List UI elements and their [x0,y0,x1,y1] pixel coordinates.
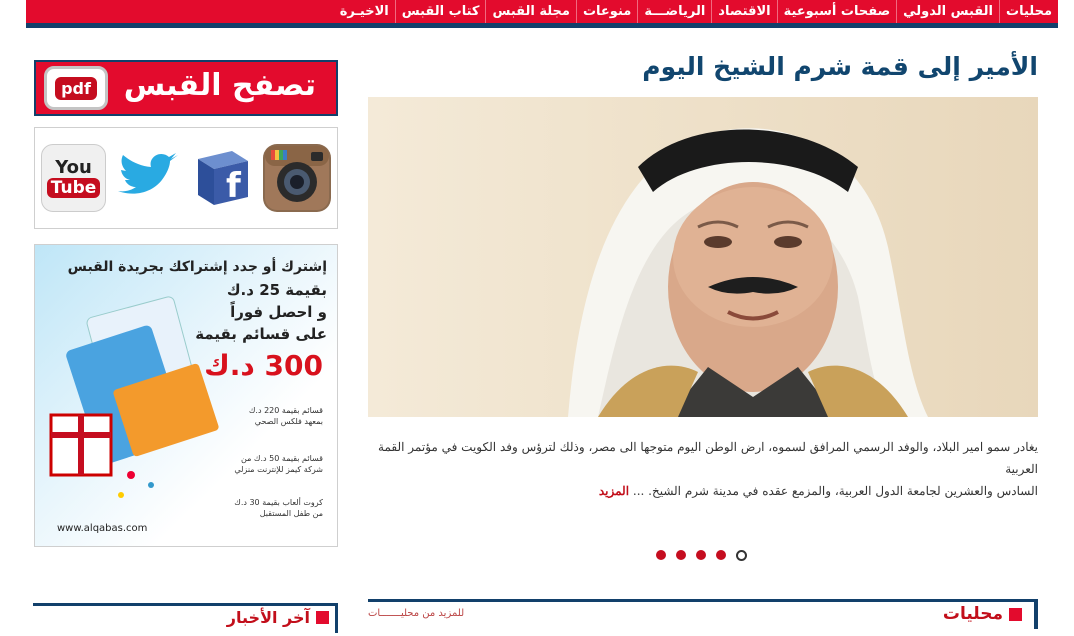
article-summary: يغادر سمو امير البلاد، والوفد الرسمي الم… [368,436,1038,502]
slider-dot[interactable] [656,550,666,560]
latest-news-title[interactable]: آخر الأخبار [227,608,329,627]
latest-news-title-text: آخر الأخبار [226,608,310,627]
slider-dots [656,550,747,561]
section-more-link[interactable]: للمزيد من محليـــــــات [368,608,464,619]
nav-item-sports[interactable]: الرياضـــة [637,0,711,23]
pdf-icon: pdf [44,66,108,110]
portrait-illustration [568,128,928,417]
pdf-badge: pdf [55,76,97,100]
ad-line-3: و احصل فوراً [230,303,327,321]
read-more-link[interactable]: المزيد [599,484,629,498]
nav-item-international[interactable]: القبس الدولي [896,0,999,23]
slider-dot[interactable] [676,550,686,560]
youtube-bottom: Tube [46,178,101,198]
svg-text:f: f [226,166,242,206]
bullet-square-icon [1009,607,1022,621]
ad-url[interactable]: www.alqabas.com [57,523,147,534]
pdf-browse-banner[interactable]: pdf تصفح القبس [34,60,338,116]
ad-cards-graphic [49,296,219,498]
ad-item-1: قسائم بقيمة 220 د.ك بمعهد فلكس الصحي [248,406,323,426]
article-text-line-1: يغادر سمو امير البلاد، والوفد الرسمي الم… [378,440,1038,476]
nav-item-writers[interactable]: كتاب القبس [394,0,486,23]
headline-link[interactable]: الأمير إلى قمة شرم الشيخ اليوم [560,52,1038,81]
nav-item-misc[interactable]: منوعات [575,0,637,23]
slider-dot[interactable] [716,550,726,560]
slider-dot-active[interactable] [736,550,747,561]
section-title[interactable]: محليات [943,604,1022,624]
nav-item-magazine[interactable]: مجلة القبس [485,0,576,23]
nav-item-economy[interactable]: الاقتصاد [711,0,776,23]
main-nav: محليات القبس الدولي صفحات أسبوعية الاقتص… [272,0,1058,28]
facebook-icon[interactable]: f [190,144,255,212]
ad-line-1: إشترك أو جدد إشتراكك بجريدة القبس [67,259,327,275]
slider-dot[interactable] [696,550,706,560]
local-news-section-header: محليات للمزيد من محليـــــــات [368,599,1038,629]
ad-item-3: كروت ألعاب بقيمة 30 د.ك من طفل المستقبل [234,498,323,518]
nav-item-local[interactable]: محليات [999,0,1058,23]
youtube-top: You [55,157,92,178]
pdf-browse-label: تصفح القبس [123,68,316,103]
youtube-icon[interactable]: You Tube [41,144,107,212]
twitter-icon[interactable] [114,144,182,212]
facebook-cube-shape: f [197,151,248,206]
latest-news-header: آخر الأخبار [33,603,338,633]
ad-item-2: قسائم بقيمة 50 د.ك من شركة كيمز للإنترنت… [234,454,323,474]
section-title-text: محليات [942,604,1003,624]
subscription-ad[interactable]: إشترك أو جدد إشتراكك بجريدة القبس بقيمة … [34,244,338,547]
top-bar-filler [26,0,272,28]
nav-item-last-page[interactable]: الاخيـرة [334,0,395,23]
ad-price: 300 د.ك [204,349,323,382]
ad-line-2: بقيمة 25 د.ك [226,281,327,299]
nav-item-weekly-pages[interactable]: صفحات أسبوعية [776,0,897,23]
bullet-square-icon [316,611,329,624]
twitter-bird-shape [118,153,179,194]
social-links: You Tube f [34,127,338,229]
article-text-line-2: السادس والعشرين لجامعة الدول العربية، وا… [632,484,1038,498]
instagram-camera-shape [265,146,329,210]
hero-image[interactable] [368,97,1038,417]
instagram-icon[interactable] [263,144,331,212]
